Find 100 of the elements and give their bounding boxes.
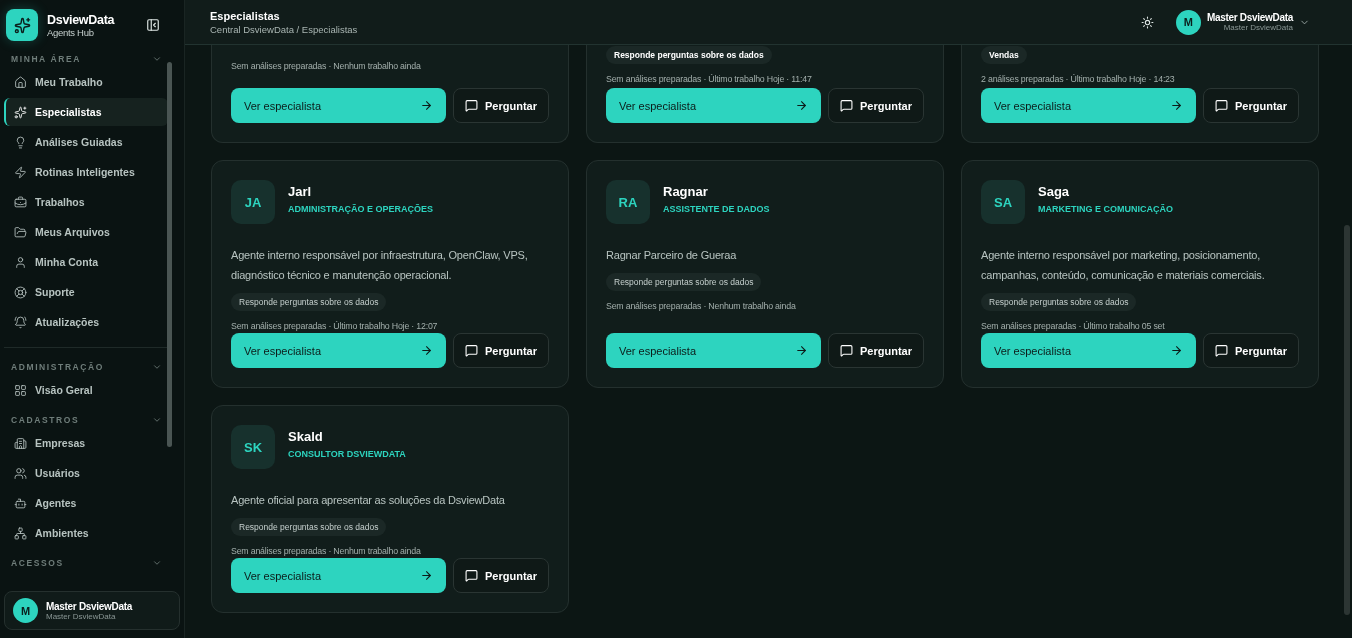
breadcrumb: Central DsviewData / Especialistas xyxy=(210,23,358,35)
chevron-down-icon[interactable] xyxy=(152,558,162,568)
activity-meta: 2 análises preparadas · Último trabalho Hoje · 14:23 xyxy=(981,74,1176,84)
specialist-description: Agente interno responsável por marketing, posicionamento, campanhas, conteúdo, comunicação e materiais comerciais. xyxy=(981,248,1266,283)
specialist-description: Agente interno responsável por infraestrutura, OpenClaw, VPS, diagnóstico técnico e manutenção operacional. xyxy=(231,248,529,283)
sidebar-item[interactable]: Minha Conta xyxy=(4,248,168,276)
user-name: Master DsviewData xyxy=(46,600,133,612)
arrow-right-icon xyxy=(420,569,433,582)
user-menu[interactable]: M Master DsviewData Master DsviewData xyxy=(1175,9,1310,35)
briefcase-icon xyxy=(14,195,27,209)
chevron-down-icon[interactable] xyxy=(152,415,162,425)
ask-button[interactable]: Perguntar xyxy=(453,558,549,593)
building-icon xyxy=(14,436,27,450)
view-specialist-button[interactable]: Ver especialista xyxy=(231,333,446,368)
user-role: Master DsviewData xyxy=(46,611,116,621)
sidebar-item[interactable]: Usuários xyxy=(4,459,168,487)
sidebar-item[interactable]: Meus Arquivos xyxy=(4,218,168,246)
chat-bubble-icon xyxy=(465,569,478,582)
sidebar-item[interactable]: Rotinas Inteligentes xyxy=(4,158,168,186)
sidebar-item[interactable]: Visão Geral xyxy=(4,376,168,404)
specialist-description: Ragnar Parceiro de Gueraa xyxy=(606,248,738,263)
sidebar-item[interactable]: Análises Guiadas xyxy=(4,128,168,156)
chevron-down-icon[interactable] xyxy=(152,362,162,372)
section-title: ADMINISTRAÇÃO xyxy=(11,362,105,372)
activity-meta: Sem análises preparadas · Nenhum trabalho ainda xyxy=(231,61,422,71)
house-icon xyxy=(14,75,27,89)
people-icon xyxy=(14,466,27,480)
section-title: ACESSOS xyxy=(11,558,64,568)
sidebar-item[interactable]: Trabalhos xyxy=(4,188,168,216)
folder-icon xyxy=(14,225,27,239)
specialist-description: Agente oficial para apresentar as soluções da DsviewData xyxy=(231,493,506,508)
arrow-right-icon xyxy=(795,344,808,357)
ask-button[interactable]: Perguntar xyxy=(453,333,549,368)
arrow-right-icon xyxy=(795,99,808,112)
tag: Responde perguntas sobre os dados xyxy=(606,46,772,64)
view-specialist-button[interactable]: Ver especialista xyxy=(981,88,1196,123)
chat-bubble-icon xyxy=(1215,99,1228,112)
user-avatar: M xyxy=(13,598,38,623)
ask-button[interactable]: Perguntar xyxy=(828,333,924,368)
sidebar-item[interactable]: Atualizações xyxy=(4,308,168,336)
sparkles-logo-icon xyxy=(6,9,38,41)
ask-button[interactable]: Perguntar xyxy=(1203,88,1299,123)
sparkles-icon xyxy=(14,105,27,119)
specialist-role: CONSULTOR DSVIEWDATA xyxy=(288,449,406,459)
arrow-right-icon xyxy=(1170,344,1183,357)
section-title: MINHA ÁREA xyxy=(11,54,81,64)
section-title: CADASTROS xyxy=(11,415,80,425)
ask-button[interactable]: Perguntar xyxy=(1203,333,1299,368)
bell-icon xyxy=(14,315,27,329)
view-specialist-button[interactable]: Ver especialista xyxy=(606,333,821,368)
specialist-name: Ragnar xyxy=(663,184,708,199)
sidebar-item[interactable]: Especialistas xyxy=(4,98,168,126)
specialist-role: MARKETING E COMUNICAÇÃO xyxy=(1038,204,1173,214)
brand-subtitle: Agents Hub xyxy=(47,26,95,38)
specialist-name: Saga xyxy=(1038,184,1070,199)
activity-meta: Sem análises preparadas · Nenhum trabalho ainda xyxy=(231,546,422,556)
lightbulb-icon xyxy=(14,135,27,149)
specialist-role: ADMINISTRAÇÃO E OPERAÇÕES xyxy=(288,204,433,214)
sidebar-item[interactable]: Agentes xyxy=(4,489,168,517)
initials-avatar: SA xyxy=(981,180,1025,224)
specialist-role: ASSISTENTE DE DADOS xyxy=(663,204,770,214)
scrollbar-thumb[interactable] xyxy=(167,62,172,447)
sidebar-item[interactable]: Ambientes xyxy=(4,519,168,547)
initials-avatar: SK xyxy=(231,425,275,469)
view-specialist-button[interactable]: Ver especialista xyxy=(606,88,821,123)
chevron-down-icon[interactable] xyxy=(152,54,162,64)
tag: Responde perguntas sobre os dados xyxy=(606,273,762,291)
arrow-right-icon xyxy=(1170,99,1183,112)
ask-button[interactable]: Perguntar xyxy=(828,88,924,123)
tag: Responde perguntas sobre os dados xyxy=(231,518,387,536)
activity-meta: Sem análises preparadas · Nenhum trabalho ainda xyxy=(606,301,797,311)
scrollbar-thumb[interactable] xyxy=(1344,225,1350,615)
sidebar-item[interactable]: Meu Trabalho xyxy=(4,68,168,96)
page-title: Especialistas xyxy=(210,9,280,22)
activity-meta: Sem análises preparadas · Último trabalho 05 set xyxy=(981,321,1166,331)
initials-avatar: RA xyxy=(606,180,650,224)
view-specialist-button[interactable]: Ver especialista xyxy=(981,333,1196,368)
user-card[interactable]: M Master DsviewData Master DsviewData xyxy=(4,591,180,630)
tag: Responde perguntas sobre os dados xyxy=(231,293,387,311)
person-icon xyxy=(14,255,27,269)
ask-button[interactable]: Perguntar xyxy=(453,88,549,123)
tag: Vendas xyxy=(981,46,1027,64)
arrow-right-icon xyxy=(420,344,433,357)
brand-name: DsviewData xyxy=(47,12,116,27)
lightning-icon xyxy=(14,165,27,179)
chat-bubble-icon xyxy=(465,344,478,357)
theme-toggle-sun-icon[interactable] xyxy=(1138,13,1156,31)
robot-icon xyxy=(14,496,27,510)
arrow-right-icon xyxy=(420,99,433,112)
initials-avatar: JA xyxy=(231,180,275,224)
view-specialist-button[interactable]: Ver especialista xyxy=(231,558,446,593)
collapse-sidebar-icon[interactable] xyxy=(146,18,160,32)
chat-bubble-icon xyxy=(1215,344,1228,357)
specialist-name: Jarl xyxy=(288,184,312,199)
tag: Responde perguntas sobre os dados xyxy=(981,293,1137,311)
sidebar-item[interactable]: Suporte xyxy=(4,278,168,306)
specialist-name: Skald xyxy=(288,429,323,444)
grid-icon xyxy=(14,383,27,397)
sidebar-item[interactable]: Empresas xyxy=(4,429,168,457)
view-specialist-button[interactable]: Ver especialista xyxy=(231,88,446,123)
